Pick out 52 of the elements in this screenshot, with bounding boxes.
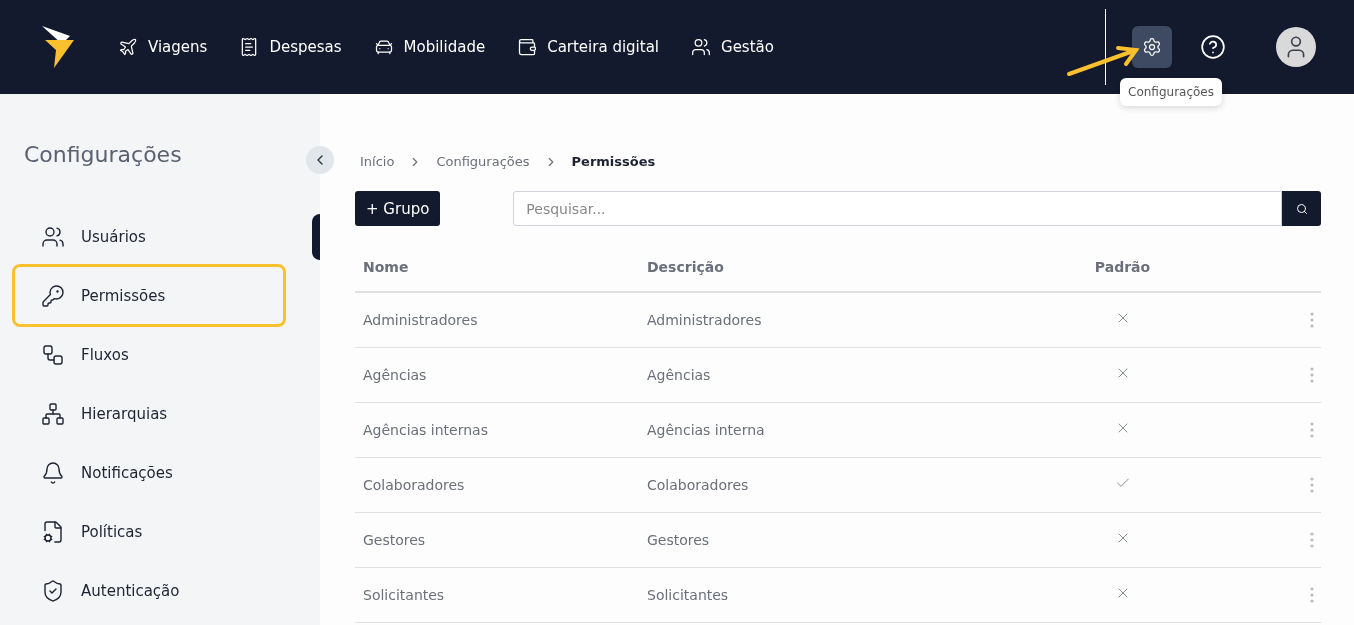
table-cell: Gestores [639,512,1029,567]
table-cell: Agências [355,347,639,402]
more-icon [1310,531,1314,548]
more-icon [1310,366,1314,383]
plane-icon [118,37,138,57]
more-icon [1310,311,1314,328]
sidebar-handle [312,214,320,260]
column-header: Padrão [1029,242,1209,292]
sidebar-title: Configurações [24,142,183,167]
sidebar-item[interactable]: Permissões [12,264,286,327]
users-icon [691,37,711,57]
nav-link[interactable]: Gestão [691,37,774,57]
breadcrumb-link[interactable]: Configurações [436,154,530,169]
table-cell: Solicitantes [639,567,1029,622]
nav-link[interactable]: Carteira digital [517,37,659,57]
more-icon [1310,476,1314,493]
table-cell: Agências interna [639,402,1029,457]
nav-link[interactable]: Despesas [239,37,342,57]
breadcrumb-link[interactable]: Início [360,154,395,169]
search-button[interactable] [1282,191,1321,226]
help-icon [1200,34,1226,60]
flow-icon [41,342,65,367]
settings-button[interactable] [1132,26,1172,68]
column-header: Nome [355,242,639,292]
table-cell: Agências [639,347,1029,402]
table-cell: Agências internas [355,402,639,457]
more-icon [1310,586,1314,603]
key-icon [41,283,65,308]
table-cell: Solicitantes [355,567,639,622]
bell-icon [41,460,65,485]
wallet-icon [517,37,538,57]
column-header: Descrição [639,242,1029,292]
tree-icon [41,401,65,426]
table-cell: Colaboradores [639,457,1029,512]
add-group-button[interactable]: + Grupo [355,191,441,226]
table-cell: Gestores [355,512,639,567]
more-icon [1310,421,1314,438]
collapse-button[interactable] [306,146,334,174]
table-cell: Colaboradores [355,457,639,512]
table-cell: Administradores [639,292,1029,347]
nav-link[interactable]: Mobilidade [373,37,486,57]
users-icon [41,224,65,249]
shield-icon [41,578,65,603]
nav-link[interactable]: Viagens [118,37,208,57]
breadcrumb-link[interactable]: Permissões [571,154,656,169]
search-field[interactable]: Pesquisar... [513,191,1282,226]
settings-icon [1142,37,1162,57]
table-cell: Administradores [355,292,639,347]
tooltip: Configurações [1120,78,1222,106]
policy-icon [41,519,65,544]
search-icon [1295,202,1308,215]
avatar[interactable] [1276,27,1316,67]
